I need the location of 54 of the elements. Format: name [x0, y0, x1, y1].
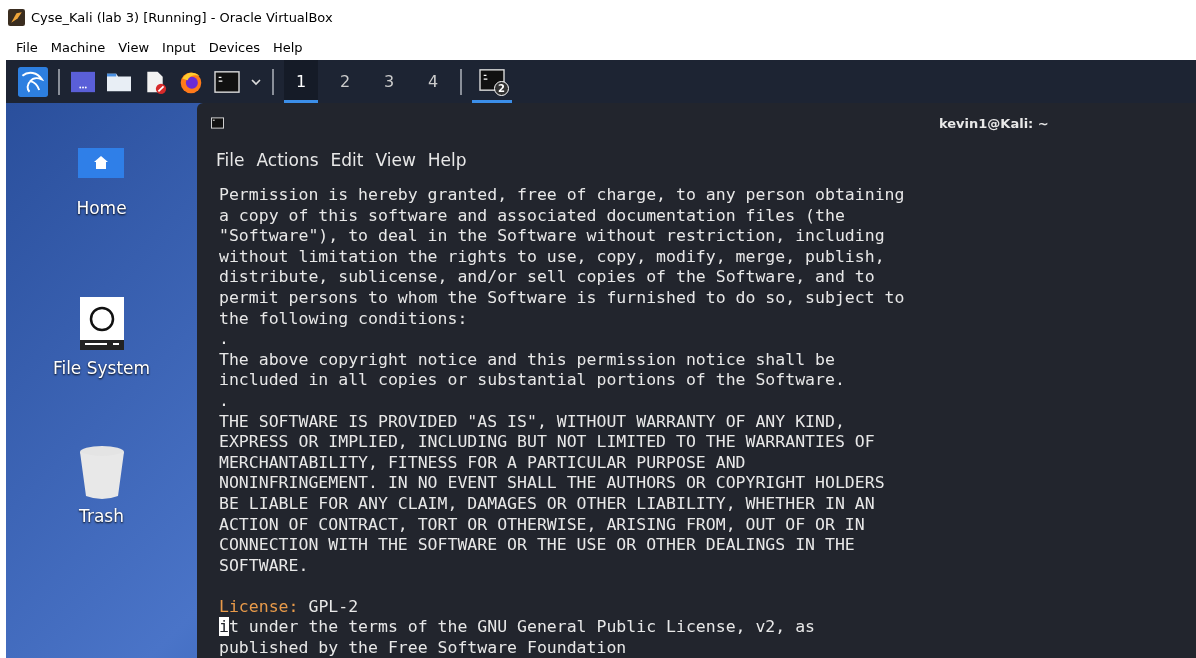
caret-icon[interactable] — [250, 77, 262, 86]
menu-item[interactable]: Help — [427, 150, 467, 170]
terminal-icon[interactable] — [214, 69, 240, 94]
terminal-line: "Software"), to deal in the Software without restriction, including — [219, 226, 886, 247]
terminal-line: included in all copies or substantial portions of the Software. — [219, 370, 846, 391]
terminal-line: it under the terms of the GNU General Public License, v2, as — [219, 617, 817, 639]
terminal-line: distribute, sublicense, and/or sell copies of the Software, and to — [219, 267, 876, 288]
menu-item[interactable]: Devices — [208, 40, 260, 55]
menu-item[interactable]: View — [118, 40, 150, 55]
workspace-tab[interactable]: 2 — [328, 60, 362, 103]
menu-item[interactable]: Input — [162, 40, 196, 55]
workspace-tab[interactable]: 3 — [372, 60, 406, 103]
terminal-line: CONNECTION WITH THE SOFTWARE OR THE USE OR OTHER DEALINGS IN THE — [219, 535, 856, 556]
terminal-line: Permission is hereby granted, free of charge, to any person obtaining — [219, 185, 906, 206]
terminal-line: NONINFRINGEMENT. IN NO EVENT SHALL THE AUTHORS OR COPYRIGHT HOLDERS — [219, 473, 886, 494]
trash-icon[interactable] — [78, 444, 125, 500]
drive-icon[interactable] — [78, 296, 125, 352]
window-count-badge: 2 — [494, 81, 509, 96]
terminal-line: permit persons to whom the Software is furnished to do so, subject to — [219, 287, 906, 309]
terminal-line: a copy of this software and associated documentation files (the — [219, 205, 846, 227]
terminal-icon — [211, 117, 224, 129]
terminal-line: The above copyright notice and this permission notice shall be — [219, 349, 836, 371]
menu-item[interactable]: Help — [272, 40, 303, 55]
window-icon[interactable] — [70, 69, 96, 94]
terminal-line: without limitation the rights to use, copy, modify, merge, publish, — [219, 246, 886, 268]
desktop-icon-label[interactable]: Home — [76, 198, 127, 218]
terminal-line: . — [219, 390, 230, 412]
desktop-icon-label[interactable]: Trash — [79, 506, 124, 526]
terminal-title: kevin1@Kali: ~ — [939, 115, 1049, 131]
dragon-logo-icon[interactable] — [18, 66, 48, 97]
menu-item[interactable]: View — [375, 150, 416, 170]
desktop-icon-label[interactable]: File System — [52, 358, 151, 378]
menu-item[interactable]: Actions — [256, 150, 319, 170]
menu-item[interactable]: Edit — [330, 150, 364, 170]
terminal-line: THE SOFTWARE IS PROVIDED "AS IS", WITHOUT WARRANTY OF ANY KIND, — [219, 411, 846, 433]
workspace-tab[interactable]: 4 — [416, 60, 450, 103]
virtualbox-logo-icon — [8, 9, 25, 26]
window-title: Cyse_Kali (lab 3) [Running] - Oracle VirtualBox — [31, 10, 333, 25]
terminal-line: the following conditions: — [219, 308, 469, 330]
menu-item[interactable]: File — [216, 150, 245, 170]
license-value: GPL-2 — [308, 596, 359, 618]
terminal-line: ACTION OF CONTRACT, TORT OR OTHERWISE, ARISING FROM, OUT OF OR IN — [219, 514, 866, 536]
terminal-line: . — [219, 329, 230, 350]
home-icon[interactable] — [78, 148, 125, 178]
terminal-line: MERCHANTABILITY, FITNESS FOR A PARTICULAR PURPOSE AND — [219, 452, 747, 474]
terminal-line: SOFTWARE. — [219, 555, 310, 577]
menu-item[interactable]: File — [16, 40, 38, 55]
terminal-icon — [479, 68, 505, 92]
menu-item[interactable]: Machine — [50, 40, 106, 55]
workspace-tab[interactable]: 1 — [284, 60, 318, 103]
license-label: License: — [219, 596, 299, 618]
terminal-line: published by the Free Software Foundation — [219, 638, 628, 658]
terminal-line: EXPRESS OR IMPLIED, INCLUDING BUT NOT LIMITED TO THE WARRANTIES OF — [219, 432, 876, 453]
terminal-line: BE LIABLE FOR ANY CLAIM, DAMAGES OR OTHER LIABILITY, WHETHER IN AN — [219, 493, 876, 515]
